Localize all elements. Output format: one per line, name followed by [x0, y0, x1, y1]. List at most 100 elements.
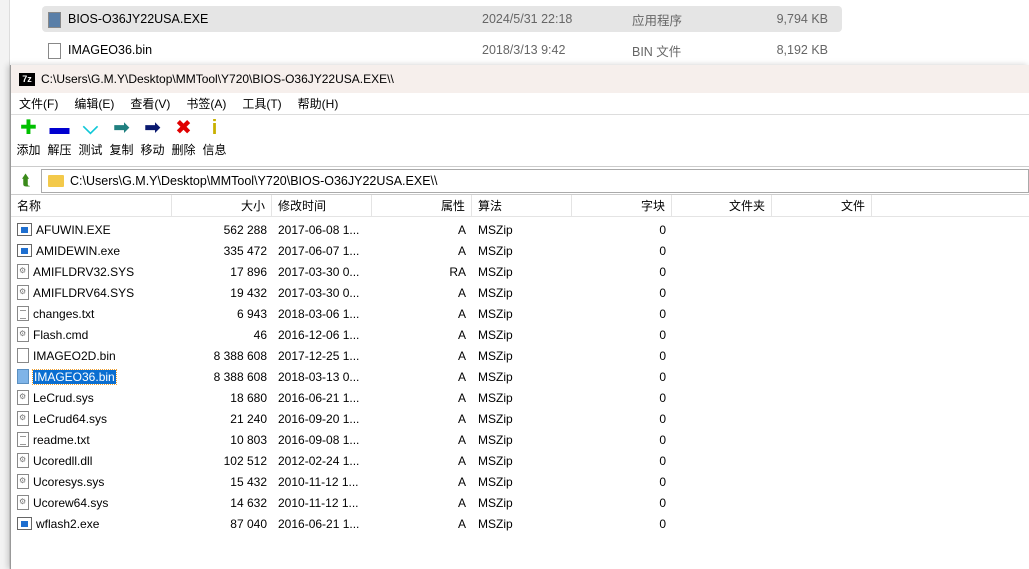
delete-icon: ✖ — [175, 117, 192, 139]
table-row[interactable]: readme.txt 10 803 2016-09-08 1... A MSZi… — [11, 429, 1029, 450]
file-attr: A — [457, 453, 466, 468]
toolbar-button-3[interactable]: ➡ 复制 — [106, 115, 137, 166]
toolbar-button-6[interactable]: i 信息 — [199, 115, 230, 166]
toolbar-label: 添加 — [16, 143, 41, 157]
column-header-5[interactable]: 字块 — [572, 195, 672, 216]
toolbar-label: 移动 — [140, 143, 165, 157]
toolbar-label: 解压 — [47, 143, 72, 157]
explorer-row[interactable]: IMAGEO36.bin 2018/3/13 9:42 BIN 文件 8,192… — [42, 37, 842, 63]
sys-file-icon — [17, 327, 29, 342]
bin-file-icon — [17, 348, 29, 363]
file-modified: 2017-06-07 1... — [278, 243, 360, 258]
menu-item-1[interactable]: 编辑(E) — [66, 95, 122, 112]
file-modified: 2017-12-25 1... — [278, 348, 360, 363]
column-header-0[interactable]: 名称 — [11, 195, 172, 216]
table-row[interactable]: Ucoredll.dll 102 512 2012-02-24 1... A M… — [11, 450, 1029, 471]
file-size: 562 288 — [223, 222, 267, 237]
table-row[interactable]: Ucorew64.sys 14 632 2010-11-12 1... A MS… — [11, 492, 1029, 513]
column-header-1[interactable]: 大小 — [172, 195, 272, 216]
table-row[interactable]: AFUWIN.EXE 562 288 2017-06-08 1... A MSZ… — [11, 219, 1029, 240]
file-size: 21 240 — [230, 411, 267, 426]
toolbar-button-5[interactable]: ✖ 删除 — [168, 115, 199, 166]
file-attr: A — [457, 474, 466, 489]
path-input[interactable]: C:\Users\G.M.Y\Desktop\MMTool\Y720\BIOS-… — [41, 168, 1029, 193]
menu-bar: 文件(F) 编辑(E) 查看(V) 书签(A) 工具(T) 帮助(H) — [11, 93, 1029, 115]
file-block: 0 — [659, 432, 666, 447]
file-attr: A — [457, 285, 466, 300]
file-name: AMIFLDRV32.SYS — [33, 264, 135, 279]
menu-item-3[interactable]: 书签(A) — [178, 95, 234, 112]
file-size: 17 896 — [230, 264, 267, 279]
file-block: 0 — [659, 285, 666, 300]
toolbar-label: 复制 — [109, 143, 134, 157]
file-size: 87 040 — [230, 516, 267, 531]
table-row[interactable]: LeCrud.sys 18 680 2016-06-21 1... A MSZi… — [11, 387, 1029, 408]
file-attr: A — [457, 306, 466, 321]
file-method: MSZip — [478, 474, 513, 489]
txt-file-icon — [17, 306, 29, 321]
sys-file-icon — [17, 453, 29, 468]
file-icon — [48, 43, 61, 59]
table-row[interactable]: IMAGEO36.bin 8 388 608 2018-03-13 0... A… — [11, 366, 1029, 387]
toolbar-button-0[interactable]: ✚ 添加 — [13, 115, 44, 166]
column-header: 名称 大小 修改时间 属性 算法 字块 文件夹 文件 — [11, 195, 1029, 217]
file-size: 8 388 608 — [213, 348, 267, 363]
table-row[interactable]: LeCrud64.sys 21 240 2016-09-20 1... A MS… — [11, 408, 1029, 429]
table-row[interactable]: changes.txt 6 943 2018-03-06 1... A MSZi… — [11, 303, 1029, 324]
minus-icon: ▬ — [49, 117, 70, 139]
file-name: Ucorew64.sys — [33, 495, 109, 510]
toolbar: ✚ 添加 ▬ 解压 ⌵ 测试 ➡ 复制 ➡ 移动 ✖ 删除 i 信息 — [11, 115, 1029, 167]
title-bar: 7z C:\Users\G.M.Y\Desktop\MMTool\Y720\BI… — [11, 65, 1029, 93]
file-method: MSZip — [478, 369, 513, 384]
column-header-3[interactable]: 属性 — [372, 195, 472, 216]
table-row[interactable]: Flash.cmd 46 2016-12-06 1... A MSZip 0 — [11, 324, 1029, 345]
table-row[interactable]: IMAGEO2D.bin 8 388 608 2017-12-25 1... A… — [11, 345, 1029, 366]
file-name: AMIDEWIN.exe — [36, 243, 121, 258]
explorer-row[interactable]: BIOS-O36JY22USA.EXE 2024/5/31 22:18 应用程序… — [42, 6, 842, 32]
column-header-7[interactable]: 文件 — [772, 195, 872, 216]
table-row[interactable]: AMIDEWIN.exe 335 472 2017-06-07 1... A M… — [11, 240, 1029, 261]
toolbar-button-2[interactable]: ⌵ 测试 — [75, 115, 106, 166]
table-row[interactable]: wflash2.exe 87 040 2016-06-21 1... A MSZ… — [11, 513, 1029, 534]
file-attr: A — [457, 348, 466, 363]
file-attr: A — [457, 243, 466, 258]
file-size: 14 632 — [230, 495, 267, 510]
up-folder-icon[interactable]: ⮬ — [11, 172, 41, 189]
column-header-4[interactable]: 算法 — [472, 195, 572, 216]
file-block: 0 — [659, 348, 666, 363]
sys-file-icon — [17, 264, 29, 279]
toolbar-label: 测试 — [78, 143, 103, 157]
table-row[interactable]: AMIFLDRV32.SYS 17 896 2017-03-30 0... RA… — [11, 261, 1029, 282]
file-method: MSZip — [478, 348, 513, 363]
file-block: 0 — [659, 264, 666, 279]
toolbar-button-1[interactable]: ▬ 解压 — [44, 115, 75, 166]
table-row[interactable]: Ucoresys.sys 15 432 2010-11-12 1... A MS… — [11, 471, 1029, 492]
menu-item-5[interactable]: 帮助(H) — [290, 95, 347, 112]
file-name: AMIFLDRV64.SYS — [33, 285, 135, 300]
toolbar-button-4[interactable]: ➡ 移动 — [137, 115, 168, 166]
file-name: wflash2.exe — [36, 516, 100, 531]
file-size: 6 943 — [236, 306, 267, 321]
file-name: Ucoredll.dll — [33, 453, 93, 468]
column-header-6[interactable]: 文件夹 — [672, 195, 772, 216]
file-modified: 2016-06-21 1... — [278, 516, 360, 531]
file-size: 15 432 — [230, 474, 267, 489]
plus-icon: ✚ — [20, 117, 37, 139]
menu-item-0[interactable]: 文件(F) — [11, 95, 66, 112]
file-attr: A — [457, 495, 466, 510]
file-method: MSZip — [478, 264, 513, 279]
file-modified: 2010-11-12 1... — [278, 474, 359, 489]
check-icon: ⌵ — [82, 117, 99, 139]
file-size: 102 512 — [223, 453, 267, 468]
table-row[interactable]: AMIFLDRV64.SYS 19 432 2017-03-30 0... A … — [11, 282, 1029, 303]
file-modified: 2016-12-06 1... — [278, 327, 360, 342]
txt-file-icon — [17, 432, 29, 447]
file-modified: 2010-11-12 1... — [278, 495, 359, 510]
menu-item-4[interactable]: 工具(T) — [234, 95, 289, 112]
file-size: 46 — [253, 327, 267, 342]
file-block: 0 — [659, 411, 666, 426]
file-method: MSZip — [478, 516, 513, 531]
file-modified: 2016-09-08 1... — [278, 432, 360, 447]
menu-item-2[interactable]: 查看(V) — [122, 95, 178, 112]
column-header-2[interactable]: 修改时间 — [272, 195, 372, 216]
